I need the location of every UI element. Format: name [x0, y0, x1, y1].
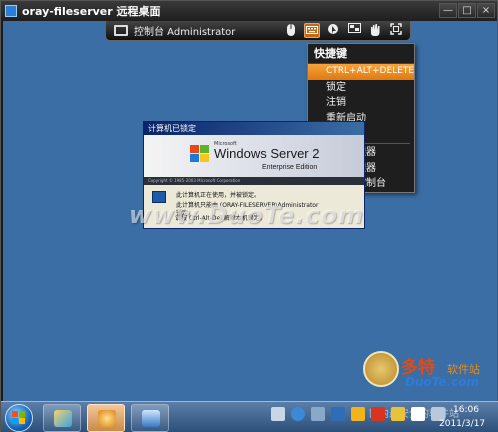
taskbar-app-remote-desktop[interactable] [87, 404, 125, 432]
pointer-icon[interactable] [325, 23, 341, 38]
menu-item-ctrl-alt-delete[interactable]: CTRL+ALT+DELETE [308, 64, 414, 80]
hand-icon[interactable] [367, 23, 383, 38]
flag-icon[interactable] [411, 407, 425, 421]
notification-icon[interactable] [351, 407, 365, 421]
keyboard-icon[interactable] [304, 23, 320, 38]
maximize-button[interactable]: □ [458, 3, 476, 18]
toolbar-label: 控制台 Administrator [134, 27, 236, 38]
computer-icon [142, 410, 160, 427]
windows-server-banner: Microsoft Windows Server 2 Enterprise Ed… [144, 135, 364, 177]
brand-url: DuoTe.com [405, 375, 479, 389]
security-icon[interactable] [371, 407, 385, 421]
window-controls: — □ × [438, 3, 495, 18]
app-icon [5, 5, 17, 17]
minimize-button[interactable]: — [439, 3, 457, 18]
paint-icon [54, 410, 72, 427]
screen-icon[interactable] [346, 23, 362, 38]
watermark-text: www.DuoTe.com [129, 201, 364, 229]
keyboard-tray-icon[interactable] [271, 407, 285, 421]
close-button[interactable]: × [477, 3, 495, 18]
window-title: oray-fileserver 远程桌面 [22, 5, 161, 18]
toolbar-icons [278, 23, 404, 38]
locked-message: 此计算机正在使用，并被锁定。 [176, 192, 261, 199]
monitor-icon [114, 25, 128, 36]
product-edition: Enterprise Edition [262, 164, 318, 171]
message-icon[interactable] [331, 407, 345, 421]
windows-logo-icon [190, 145, 210, 163]
clock-time[interactable]: 16:06 [453, 405, 479, 415]
taskbar-app-paint[interactable] [43, 404, 81, 432]
product-name: Windows Server 2 [214, 146, 320, 161]
fullscreen-icon[interactable] [388, 23, 404, 38]
remote-desktop-icon [98, 410, 116, 427]
remote-desktop-window: oray-fileserver 远程桌面 — □ × 控制台 Administr… [0, 0, 498, 432]
menu-item-lock[interactable]: 锁定 [308, 80, 414, 96]
taskbar-app-computer[interactable] [131, 404, 169, 432]
system-tray [265, 407, 445, 421]
menu-header: 快捷键 [308, 44, 414, 64]
title-bar[interactable]: oray-fileserver 远程桌面 — □ × [1, 1, 497, 21]
copyright-text: Copyright © 1985-2003 Microsoft Corporat… [144, 177, 364, 185]
menu-item-logoff[interactable]: 注销 [308, 95, 414, 111]
start-windows-icon [12, 411, 26, 424]
dialog-title: 计算机已锁定 [144, 122, 364, 135]
remote-toolbar: 控制台 Administrator [105, 21, 411, 41]
folder-icon[interactable] [391, 407, 405, 421]
mouse-icon[interactable] [283, 23, 299, 38]
network-icon[interactable] [311, 407, 325, 421]
help-icon[interactable] [291, 407, 305, 421]
clock-date[interactable]: 2011/3/17 [439, 419, 485, 429]
duote-logo-icon [363, 351, 399, 387]
